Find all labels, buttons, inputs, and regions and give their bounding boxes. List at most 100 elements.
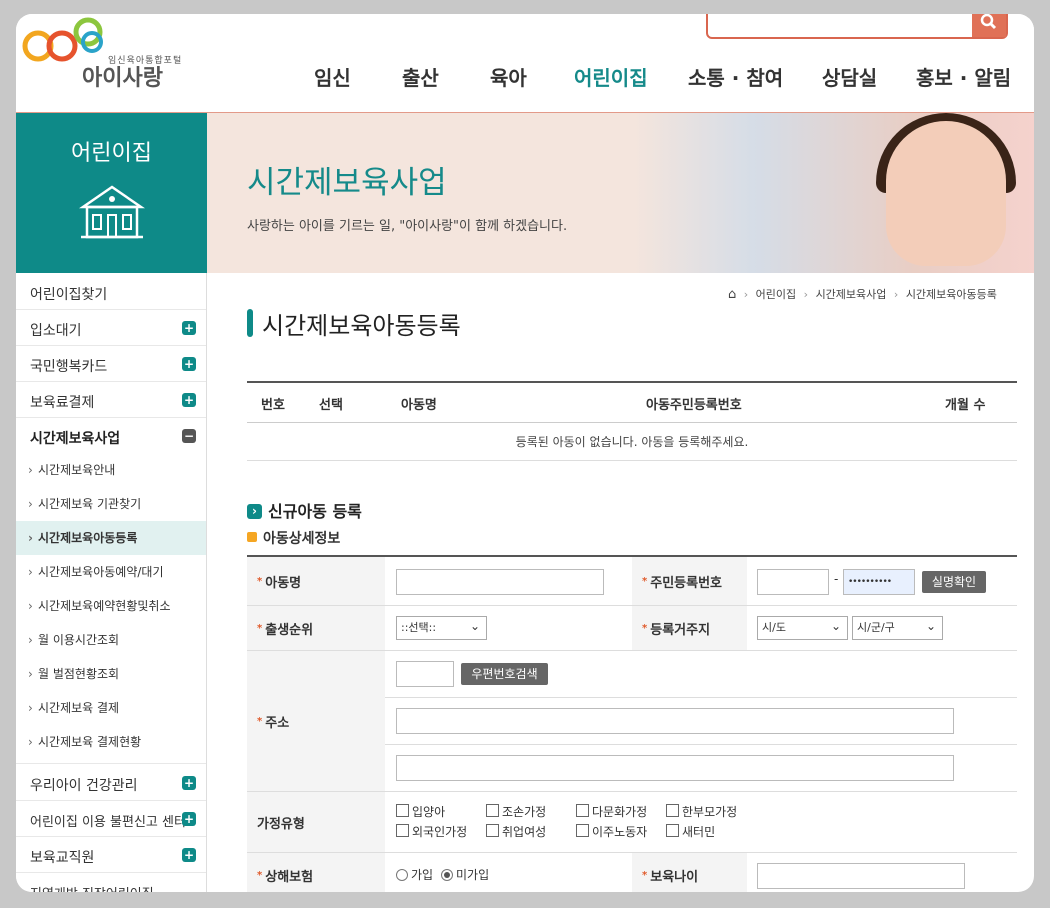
expand-icon[interactable]: +: [182, 357, 196, 371]
table-header: 번호 선택 아동명 아동주민등록번호 개월 수: [247, 383, 1017, 423]
radio-label: 미가입: [456, 868, 490, 882]
sidebar-item-card[interactable]: 국민행복카드: [30, 356, 107, 376]
family-checkbox[interactable]: 다문화가정: [576, 803, 647, 820]
required-icon: *: [257, 575, 263, 587]
residence-label-text: 등록거주지: [650, 622, 711, 638]
nav-counsel[interactable]: 상담실: [822, 62, 877, 91]
site-header: 임신육아통합포털 아이사랑 임신 출산 육아 어린이집 소통 · 참여 상담실 …: [16, 14, 1034, 113]
site-logo[interactable]: 임신육아통합포털 아이사랑: [18, 16, 188, 96]
address-label: * 주소: [247, 651, 385, 791]
banner-photo: [634, 113, 1034, 273]
sidebar-divider: [16, 836, 206, 837]
nav-daycare[interactable]: 어린이집: [574, 62, 648, 91]
expand-icon[interactable]: +: [182, 812, 196, 826]
logo-icon: [22, 17, 103, 62]
expand-icon[interactable]: +: [182, 848, 196, 862]
birth-order-select[interactable]: ::선택::: [396, 615, 487, 640]
sidebar-subitem[interactable]: 월 이용시간조회: [16, 623, 206, 657]
section-title: › 신규아동 등록: [247, 498, 362, 522]
nav-birth[interactable]: 출산: [402, 62, 439, 91]
sidebar-divider: [16, 800, 206, 801]
family-checkbox[interactable]: 외국인가정: [396, 823, 467, 840]
section-title: 어린이집: [71, 141, 152, 166]
children-table: 번호 선택 아동명 아동주민등록번호 개월 수 등록된 아동이 없습니다. 아동…: [247, 381, 1017, 461]
form-row: * 주소 우편번호검색: [247, 651, 1017, 792]
collapse-icon[interactable]: −: [182, 429, 196, 443]
sidebar-subitem[interactable]: 시간제보육 결제: [16, 691, 206, 725]
address-line1-input[interactable]: [396, 708, 954, 734]
breadcrumb-item[interactable]: 시간제보육사업: [816, 288, 887, 301]
required-icon: *: [642, 622, 648, 634]
sidebar-divider: [16, 763, 206, 764]
sidebar-subitem-active[interactable]: 시간제보육아동등록: [16, 521, 206, 555]
expand-icon[interactable]: +: [182, 776, 196, 790]
rrn-label: * 주민등록번호: [632, 557, 747, 605]
residence-label: * 등록거주지: [632, 606, 747, 650]
breadcrumb-sep: ›: [803, 288, 809, 301]
family-checkbox[interactable]: 조손가정: [486, 803, 546, 820]
sidebar-item-staff[interactable]: 보육교직원: [30, 847, 94, 867]
sigungu-select[interactable]: 시/군/구: [852, 615, 943, 640]
search-input[interactable]: [706, 14, 1008, 39]
care-age-label: * 보육나이: [632, 853, 747, 892]
sidebar-divider: [16, 872, 206, 873]
sidebar-subitem[interactable]: 시간제보육 결제현황: [16, 725, 206, 759]
required-icon: *: [642, 870, 648, 881]
form-row: * 아동명 * 주민등록번호 - •••••••••• 실명확인: [247, 557, 1017, 606]
family-checkbox[interactable]: 한부모가정: [666, 803, 737, 820]
sidebar-subitem[interactable]: 월 벌점현황조회: [16, 657, 206, 691]
sidebar-divider: [16, 417, 206, 418]
sidebar-item-timecare[interactable]: 시간제보육사업: [30, 428, 120, 448]
care-age-input[interactable]: [757, 863, 965, 889]
col-months: 개월 수: [945, 398, 986, 413]
child-name-input[interactable]: [396, 569, 604, 595]
sidebar-item-health[interactable]: 우리아이 건강관리: [30, 775, 138, 795]
sidebar-item-find-daycare[interactable]: 어린이집찾기: [30, 284, 107, 304]
sidebar-subitem[interactable]: 시간제보육아동예약/대기: [16, 555, 206, 589]
sidebar-subitem[interactable]: 시간제보육예약현황및취소: [16, 589, 206, 623]
col-rrn: 아동주민등록번호: [646, 398, 742, 413]
sido-select[interactable]: 시/도: [757, 615, 848, 640]
address-label-text: 주소: [265, 715, 290, 731]
verify-name-button[interactable]: 실명확인: [922, 571, 986, 593]
family-checkbox[interactable]: 취업여성: [486, 823, 546, 840]
expand-icon[interactable]: +: [182, 321, 196, 335]
postcode-input[interactable]: [396, 661, 454, 687]
insurance-label-text: 상해보험: [265, 870, 314, 885]
breadcrumb-item[interactable]: 어린이집: [756, 288, 796, 301]
col-select: 선택: [319, 398, 343, 413]
bullet-icon: [247, 532, 257, 542]
banner-title: 시간제보육사업: [247, 165, 447, 201]
expand-icon[interactable]: +: [182, 393, 196, 407]
search-button[interactable]: [972, 14, 1006, 37]
nav-pregnancy[interactable]: 임신: [314, 62, 351, 91]
daycare-building-icon: [79, 185, 145, 239]
sidebar: 어린이집찾기 입소대기 + 국민행복카드 + 보육료결제 + 시간제보육사업 −…: [16, 273, 207, 892]
sidebar-item-payment[interactable]: 보육료결제: [30, 392, 94, 412]
nav-community[interactable]: 소통 · 참여: [688, 62, 783, 91]
chevron-right-icon: ›: [247, 504, 262, 519]
rrn-second-input[interactable]: ••••••••••: [843, 569, 915, 595]
postcode-search-button[interactable]: 우편번호검색: [461, 663, 548, 685]
new-child-title: 신규아동 등록: [268, 502, 362, 521]
form-row: *출생순위 ::선택:: *등록거주지 시/도 시/군/구: [247, 606, 1017, 651]
nav-parenting[interactable]: 육아: [490, 62, 527, 91]
insurance-no-radio[interactable]: 미가입: [441, 866, 489, 883]
sidebar-item-complaint[interactable]: 어린이집 이용 불편신고 센터: [30, 811, 186, 830]
sidebar-item-workplace[interactable]: 지역개방 직장어린이집: [30, 883, 154, 892]
nav-notice[interactable]: 홍보 · 알림: [916, 62, 1011, 91]
rrn-first-input[interactable]: [757, 569, 829, 595]
family-checkbox[interactable]: 이주노동자: [576, 823, 647, 840]
name-label: * 아동명: [247, 557, 385, 605]
family-checkbox[interactable]: 입양아: [396, 803, 445, 820]
family-checkbox[interactable]: 새터민: [666, 823, 715, 840]
sidebar-subitem[interactable]: 시간제보육 기관찾기: [16, 487, 206, 521]
child-form: * 아동명 * 주민등록번호 - •••••••••• 실명확인 * 출생순위 ::선…: [247, 555, 1017, 892]
insurance-yes-radio[interactable]: 가입: [396, 866, 433, 883]
address-line2-input[interactable]: [396, 755, 954, 781]
empty-message: 등록된 아동이 없습니다. 아동을 등록해주세요.: [247, 423, 1017, 461]
sidebar-subitem[interactable]: 시간제보육안내: [16, 453, 206, 487]
home-icon[interactable]: ⌂: [728, 287, 736, 302]
sidebar-item-waiting[interactable]: 입소대기: [30, 320, 82, 340]
name-label-text: 아동명: [265, 575, 302, 591]
